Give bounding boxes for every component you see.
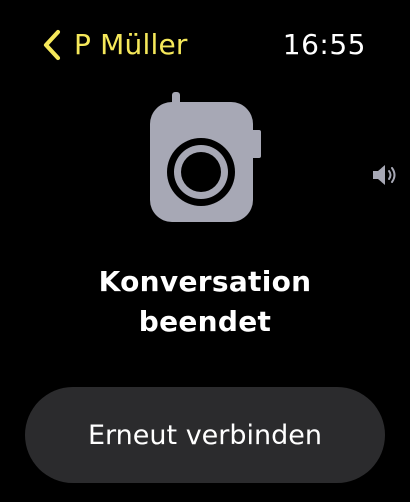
back-label: P Müller <box>74 28 188 61</box>
reconnect-button[interactable]: Erneut verbinden <box>25 387 385 483</box>
chevron-left-icon <box>43 29 61 61</box>
clock-time: 16:55 <box>282 28 366 61</box>
walkie-talkie-icon <box>150 92 261 222</box>
status-title: Konversation beendet <box>0 262 410 342</box>
status-line-2: beendet <box>138 305 272 338</box>
reconnect-button-label: Erneut verbinden <box>88 419 322 451</box>
speaker-volume-icon[interactable] <box>371 163 401 187</box>
back-button[interactable]: P Müller <box>42 26 188 64</box>
status-line-1: Konversation <box>98 265 312 298</box>
